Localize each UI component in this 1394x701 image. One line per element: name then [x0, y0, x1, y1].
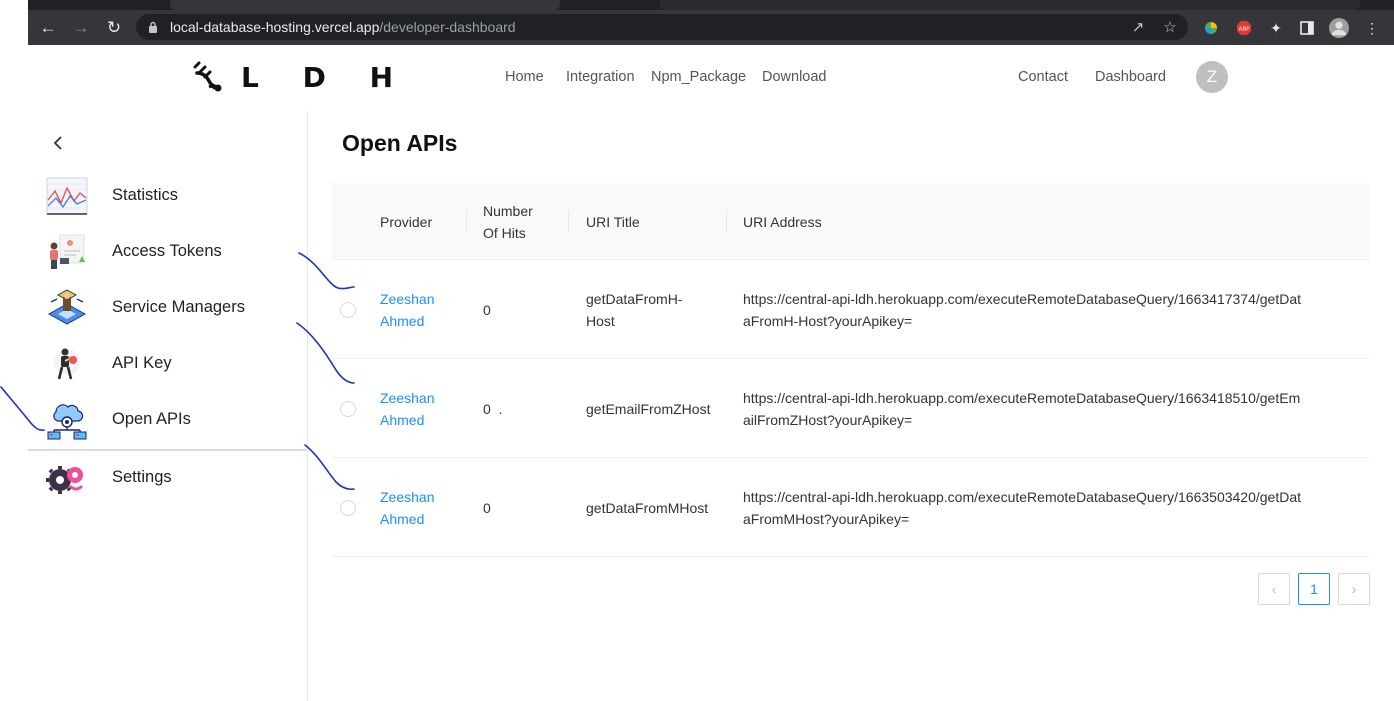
browser-tab-strip: [28, 0, 1394, 10]
column-header-hits[interactable]: Number Of Hits: [483, 183, 547, 260]
sidebar-item-access-tokens[interactable]: Access Tokens: [28, 224, 307, 280]
column-separator: [568, 210, 569, 232]
ldh-logo-icon: [193, 61, 222, 92]
profile-avatar-icon[interactable]: [1329, 18, 1349, 38]
sidebar-item-label: Statistics: [112, 186, 179, 204]
row-select-radio[interactable]: [340, 401, 356, 417]
logo[interactable]: L D H: [191, 59, 410, 95]
sidebar-item-service-managers[interactable]: Service Managers: [28, 280, 307, 336]
browser-tab[interactable]: [170, 0, 560, 10]
side-panel-icon[interactable]: [1297, 18, 1317, 38]
back-icon[interactable]: ←: [36, 16, 60, 40]
uri-title: getEmailFromZHost: [586, 400, 711, 417]
sidebar-item-open-apis[interactable]: Open APIs: [28, 392, 307, 448]
provider-link[interactable]: Zeeshan Ahmed: [380, 359, 460, 458]
provider-link[interactable]: Zeeshan Ahmed: [380, 458, 460, 557]
reload-icon[interactable]: ↻: [102, 16, 126, 40]
sidebar: Statistics Access Tokens Service Manager…: [28, 111, 308, 701]
pagination-page-button[interactable]: 1: [1298, 573, 1330, 605]
address-bar[interactable]: local-database-hosting.vercel.app/develo…: [136, 14, 1188, 40]
uri-title: getDataFromMHost: [586, 499, 709, 516]
share-icon[interactable]: ↗: [1128, 17, 1148, 37]
sidebar-item-statistics[interactable]: Statistics: [28, 168, 307, 224]
browser-toolbar: ← → ↻ local-database-hosting.vercel.app/…: [28, 10, 1394, 45]
user-avatar[interactable]: Z: [1196, 61, 1228, 93]
bookmark-star-icon[interactable]: ☆: [1160, 17, 1180, 37]
sidebar-item-settings[interactable]: Settings: [28, 450, 307, 506]
hits-count: 0: [483, 301, 491, 318]
nav-dashboard[interactable]: Dashboard: [1095, 69, 1166, 85]
uri-title: getDataFromH-Host: [586, 290, 683, 329]
sidebar-item-api-key[interactable]: API Key: [28, 336, 307, 392]
uri-address: https://central-api-ldh.herokuapp.com/ex…: [743, 488, 1302, 527]
uri-address: https://central-api-ldh.herokuapp.com/ex…: [743, 290, 1302, 329]
row-select-radio[interactable]: [340, 302, 356, 318]
pagination-prev-button[interactable]: ‹: [1258, 573, 1290, 605]
extensions-puzzle-icon[interactable]: ✦: [1266, 18, 1286, 38]
statistics-chart-icon: [46, 176, 88, 216]
table-row[interactable]: Zeeshan Ahmed 0 getDataFromMHost https:/…: [332, 458, 1370, 557]
page-title: Open APIs: [342, 130, 458, 156]
open-apis-network-icon: [46, 400, 88, 440]
site-header: L D H Home Integration Npm_Package Downl…: [28, 45, 1394, 111]
open-apis-table: Provider Number Of Hits URI Title URI Ad…: [332, 183, 1370, 557]
extension-color-icon[interactable]: [1201, 18, 1221, 38]
forward-icon[interactable]: →: [69, 16, 93, 40]
url-text: local-database-hosting.vercel.app/develo…: [170, 19, 516, 35]
logo-text: L D H: [241, 60, 411, 94]
browser-menu-icon[interactable]: ⋮: [1362, 18, 1382, 38]
lock-icon: [149, 21, 157, 33]
column-header-provider[interactable]: Provider: [380, 183, 460, 260]
sidebar-item-label: Settings: [112, 468, 172, 486]
nav-npm-package[interactable]: Npm_Package: [651, 69, 746, 85]
sidebar-item-label: Access Tokens: [112, 242, 222, 260]
browser-tab[interactable]: [660, 0, 1360, 10]
pagination: ‹ 1 ›: [1258, 573, 1370, 605]
pagination-next-button[interactable]: ›: [1338, 573, 1370, 605]
nav-home[interactable]: Home: [505, 69, 544, 85]
sidebar-item-label: Service Managers: [112, 298, 245, 316]
sidebar-item-label: API Key: [112, 354, 172, 372]
column-separator: [466, 210, 467, 232]
hits-count: 0: [483, 499, 491, 516]
row-select-radio[interactable]: [340, 500, 356, 516]
nav-contact[interactable]: Contact: [1018, 69, 1068, 85]
nav-integration[interactable]: Integration: [566, 69, 635, 85]
table-row[interactable]: Zeeshan Ahmed 0 getDataFromH-Host https:…: [332, 260, 1370, 359]
adblock-icon[interactable]: ABP: [1234, 18, 1254, 38]
hits-count: 0 .: [483, 400, 503, 417]
svg-text:ABP: ABP: [1239, 27, 1251, 33]
nav-download[interactable]: Download: [762, 69, 827, 85]
table-row[interactable]: Zeeshan Ahmed 0 . getEmailFromZHost http…: [332, 359, 1370, 458]
column-header-uri-title[interactable]: URI Title: [586, 183, 726, 260]
access-tokens-icon: [46, 232, 88, 272]
column-header-uri-address[interactable]: URI Address: [743, 183, 943, 260]
service-managers-icon: [46, 288, 88, 328]
table-header: Provider Number Of Hits URI Title URI Ad…: [332, 183, 1370, 260]
sidebar-item-label: Open APIs: [112, 410, 191, 428]
uri-address: https://central-api-ldh.herokuapp.com/ex…: [743, 389, 1301, 428]
column-separator: [726, 210, 727, 232]
collapse-sidebar-icon[interactable]: [52, 135, 68, 153]
settings-gears-icon: [46, 458, 88, 498]
provider-link[interactable]: Zeeshan Ahmed: [380, 260, 460, 359]
api-key-icon: [46, 344, 88, 384]
